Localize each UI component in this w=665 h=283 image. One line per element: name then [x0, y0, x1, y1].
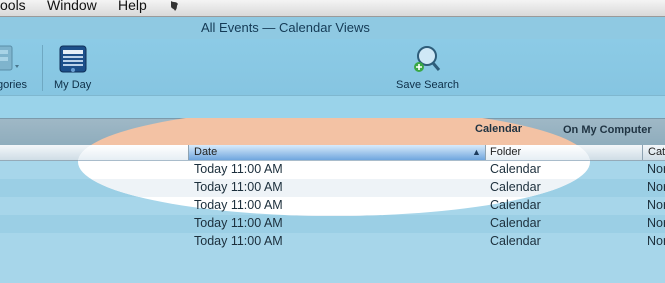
row-date: Today 11:00 AM — [194, 162, 283, 176]
table-row[interactable]: Today 11:00 AM Calendar Nor — [0, 179, 665, 197]
save-search-icon — [414, 46, 441, 72]
row-category: Nor — [647, 180, 665, 194]
column-category[interactable]: Cat — [642, 145, 665, 160]
row-category: Nor — [647, 216, 665, 230]
row-folder: Calendar — [490, 234, 541, 248]
column-header: Date ▲ Folder Cat — [0, 145, 665, 161]
column-date-label: Date — [194, 146, 218, 158]
section-location-label: On My Computer — [563, 124, 652, 136]
row-folder: Calendar — [490, 180, 541, 194]
table-row[interactable]: Today 11:00 AM Calendar Nor — [0, 161, 665, 179]
my-day-button[interactable]: My Day — [52, 43, 96, 93]
toolbar: gories My Day Save Search — [0, 39, 665, 96]
row-folder: Calendar — [490, 162, 541, 176]
sort-ascending-icon: ▲ — [472, 147, 481, 157]
table-row[interactable]: Today 11:00 AM Calendar Nor — [0, 233, 665, 251]
row-date: Today 11:00 AM — [194, 198, 283, 212]
toolbar-band — [0, 96, 665, 118]
row-category: Nor — [647, 234, 665, 248]
menu-bar: ools Window Help — [0, 0, 665, 17]
section-header: Calendar On My Computer — [0, 118, 665, 146]
categories-button[interactable]: gories — [0, 43, 36, 93]
row-folder: Calendar — [490, 198, 541, 212]
row-folder: Calendar — [490, 216, 541, 230]
row-category: Nor — [647, 162, 665, 176]
window-titlebar: All Events — Calendar Views — [0, 17, 665, 39]
column-date[interactable]: Date ▲ — [188, 145, 485, 160]
menu-window[interactable]: Window — [47, 0, 97, 13]
categories-label: gories — [0, 79, 27, 91]
my-day-label: My Day — [54, 79, 92, 91]
toolbar-separator — [42, 45, 43, 91]
row-date: Today 11:00 AM — [194, 216, 283, 230]
save-search-button[interactable]: Save Search — [394, 43, 460, 93]
event-list: Today 11:00 AM Calendar Nor Today 11:00 … — [0, 161, 665, 251]
column-folder[interactable]: Folder — [485, 145, 642, 160]
window-title: All Events — Calendar Views — [201, 20, 370, 35]
row-date: Today 11:00 AM — [194, 234, 283, 248]
save-search-label: Save Search — [396, 79, 459, 91]
column-folder-label: Folder — [491, 146, 523, 158]
column-category-label: Cat — [648, 146, 665, 158]
row-category: Nor — [647, 198, 665, 212]
my-day-icon — [59, 45, 87, 73]
categories-icon — [0, 45, 19, 71]
script-menu-icon[interactable] — [168, 0, 180, 12]
menu-tools[interactable]: ools — [0, 0, 26, 13]
menu-help[interactable]: Help — [118, 0, 147, 13]
table-row[interactable]: Today 11:00 AM Calendar Nor — [0, 215, 665, 233]
row-date: Today 11:00 AM — [194, 180, 283, 194]
section-calendar-label: Calendar — [475, 124, 523, 136]
table-row[interactable]: Today 11:00 AM Calendar Nor — [0, 197, 665, 215]
